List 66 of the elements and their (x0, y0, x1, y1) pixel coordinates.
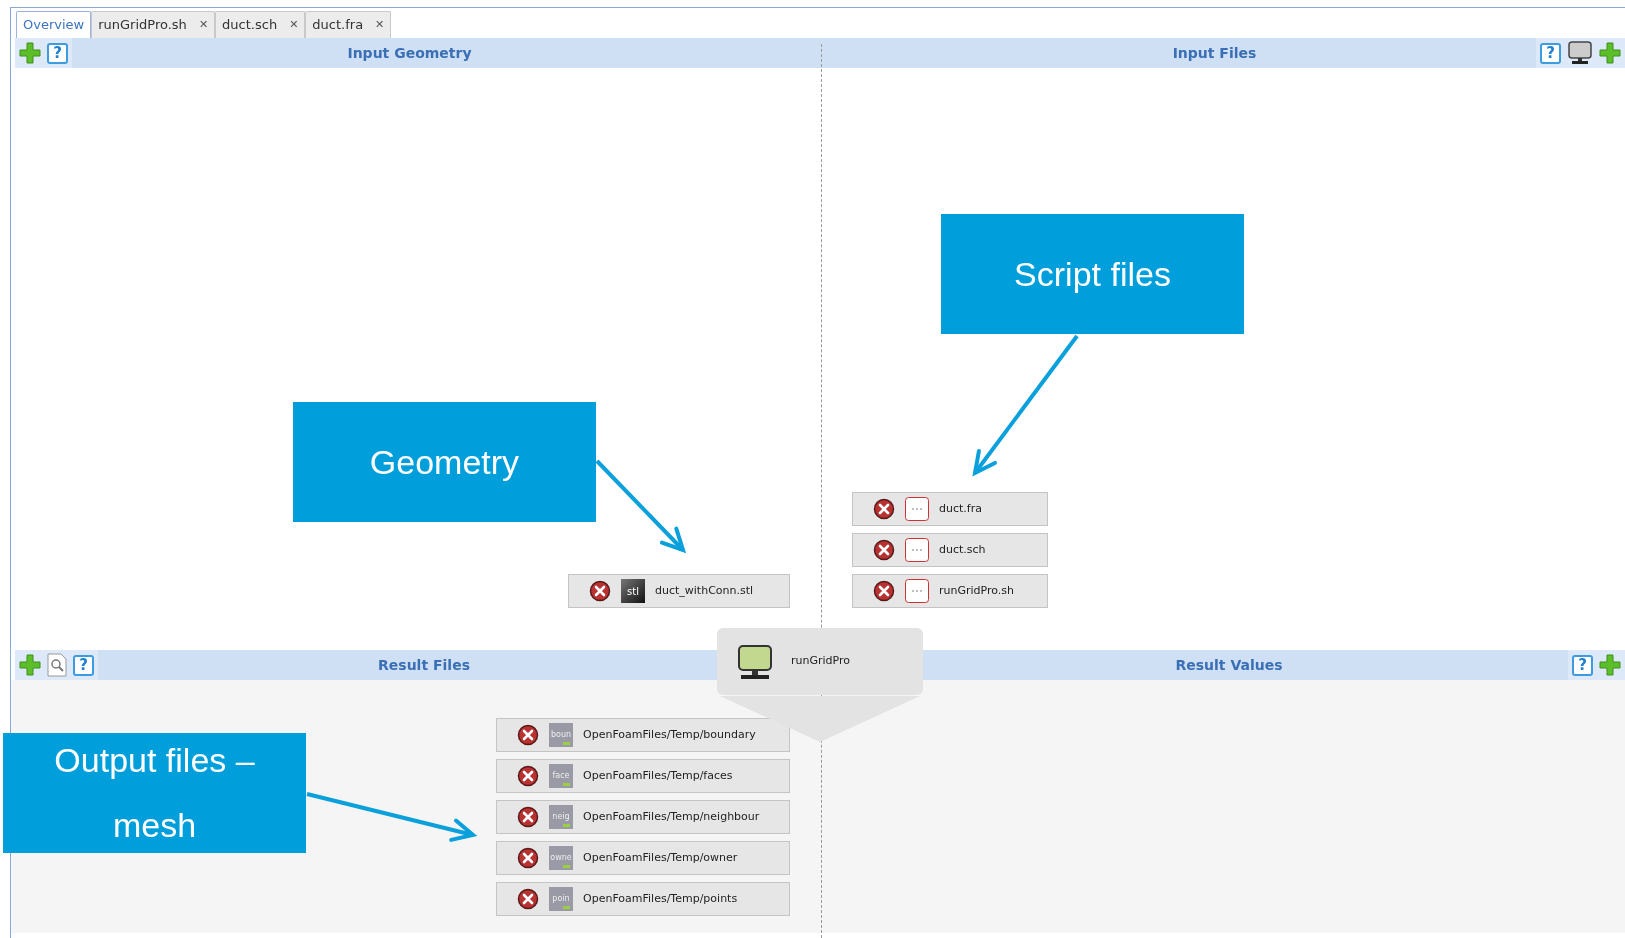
section-title: Result Files (378, 655, 470, 675)
tab[interactable]: runGridPro.sh ✕ (91, 11, 216, 38)
file-item[interactable]: neig OpenFoamFiles/Temp/neighbour (496, 800, 790, 834)
help-button[interactable]: ? (73, 654, 94, 676)
file-icon: face (549, 764, 573, 788)
help-button[interactable]: ? (1540, 42, 1561, 64)
close-button[interactable]: ✕ (198, 16, 209, 34)
callout-box: Script files (941, 214, 1244, 334)
file-icon: poin (549, 887, 573, 911)
file-icon: boun (549, 723, 573, 747)
section-title: Input Files (1172, 43, 1257, 63)
error-icon (517, 888, 539, 910)
file-name: duct_withConn.stl (655, 582, 754, 599)
tab[interactable]: duct.fra ✕ (305, 11, 392, 38)
error-icon (517, 724, 539, 746)
file-name: OpenFoamFiles/Temp/owner (583, 849, 738, 866)
error-icon (873, 498, 895, 520)
error-icon (873, 539, 895, 561)
error-icon (517, 765, 539, 787)
monitor-icon[interactable] (1567, 41, 1593, 65)
add-icon[interactable] (19, 654, 41, 676)
file-icon: stl (621, 579, 645, 603)
file-item[interactable]: runGridPro.sh (852, 574, 1048, 608)
section-title: Input Geometry (347, 43, 472, 63)
file-name: OpenFoamFiles/Temp/neighbour (583, 808, 760, 825)
close-button[interactable]: ✕ (375, 16, 385, 34)
file-name: OpenFoamFiles/Temp/boundary (583, 726, 756, 743)
script-file-icon (905, 579, 929, 603)
add-icon[interactable] (1599, 42, 1621, 64)
error-icon (589, 580, 611, 602)
file-item[interactable]: stl duct_withConn.stl (568, 574, 790, 608)
script-file-icon (905, 497, 929, 521)
error-icon (517, 847, 539, 869)
tool-node[interactable]: runGridPro (717, 628, 923, 695)
monitor-icon (737, 643, 773, 680)
file-icon: owne (549, 846, 573, 870)
help-button[interactable]: ? (47, 42, 68, 64)
tool-name: runGridPro (791, 653, 850, 670)
file-item[interactable]: poin OpenFoamFiles/Temp/points (496, 882, 790, 916)
tab[interactable]: duct.sch ✕ (215, 11, 306, 38)
file-name: OpenFoamFiles/Temp/points (583, 890, 738, 907)
file-item[interactable]: boun OpenFoamFiles/Temp/boundary (496, 718, 790, 752)
section-title: Result Values (1175, 655, 1283, 675)
file-item[interactable]: face OpenFoamFiles/Temp/faces (496, 759, 790, 793)
file-icon: neig (549, 805, 573, 829)
file-item[interactable]: duct.sch (852, 533, 1048, 567)
file-item[interactable]: duct.fra (852, 492, 1048, 526)
help-button[interactable]: ? (1572, 654, 1593, 676)
tab-label: runGridPro.sh (98, 16, 187, 35)
file-name: duct.sch (939, 541, 986, 558)
file-item[interactable]: owne OpenFoamFiles/Temp/owner (496, 841, 790, 875)
file-name: runGridPro.sh (939, 582, 1014, 599)
file-name: duct.fra (939, 500, 982, 517)
error-icon (517, 806, 539, 828)
script-file-icon (905, 538, 929, 562)
callout-box: Output files – mesh (3, 733, 306, 853)
tab-label: duct.sch (222, 16, 278, 35)
error-icon (873, 580, 895, 602)
add-icon[interactable] (19, 42, 41, 64)
tab[interactable]: Overview (16, 11, 92, 38)
file-name: OpenFoamFiles/Temp/faces (583, 767, 733, 784)
add-icon[interactable] (1599, 654, 1621, 676)
tab-label: duct.fra (312, 16, 364, 35)
close-button[interactable]: ✕ (289, 16, 299, 34)
search-icon[interactable] (47, 653, 67, 677)
callout-box: Geometry (293, 402, 596, 522)
